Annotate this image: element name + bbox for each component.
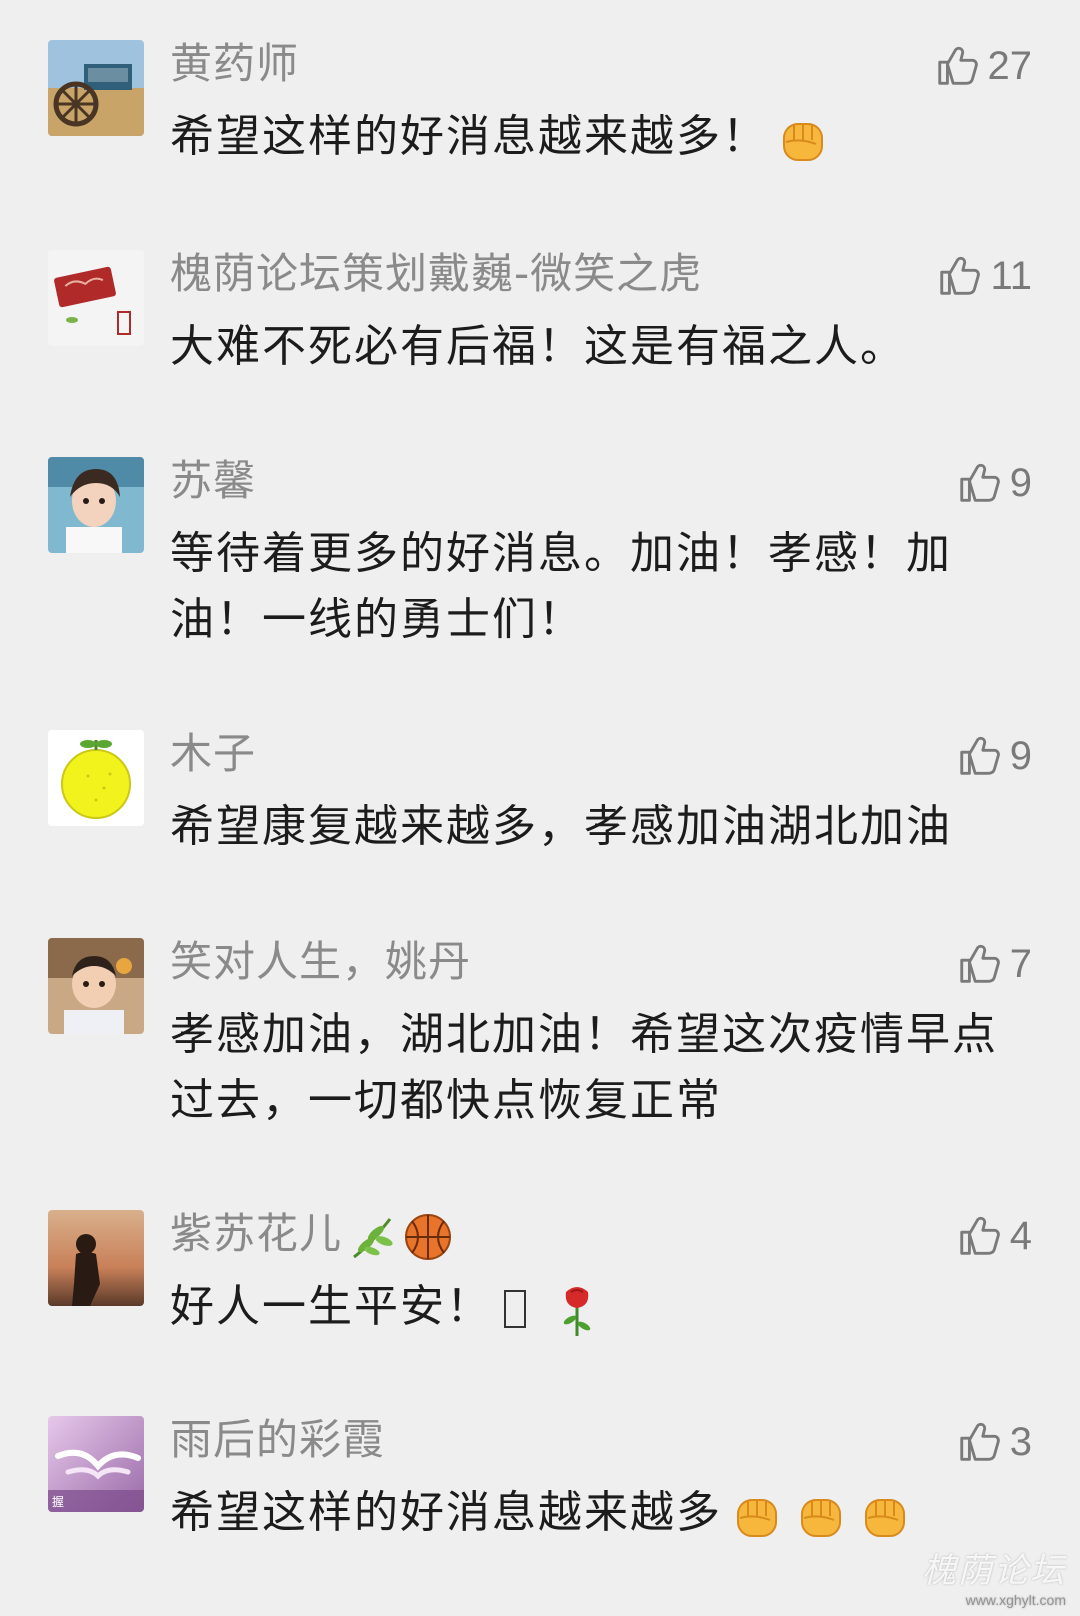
- toddler-photo-avatar-icon: [48, 938, 144, 1034]
- username[interactable]: 紫苏花儿: [170, 1208, 454, 1263]
- username[interactable]: 雨后的彩霞: [170, 1414, 385, 1466]
- username[interactable]: 苏馨: [170, 455, 256, 507]
- comment-text-body: 好人一生平安！: [170, 1281, 492, 1332]
- watermark-title: 槐荫论坛: [922, 1551, 1066, 1591]
- rose-emoji-icon: [548, 1280, 606, 1338]
- leaf-emoji-icon: [346, 1211, 398, 1263]
- fist-emoji-icon: [774, 110, 832, 168]
- username[interactable]: 黄药师: [170, 38, 299, 90]
- thumbs-up-icon: [960, 463, 1000, 502]
- thumbs-up-icon: [960, 736, 1000, 775]
- watermark-url: www.xghylt.com: [965, 1592, 1066, 1608]
- username[interactable]: 木子: [170, 728, 256, 780]
- avatar[interactable]: [48, 730, 144, 826]
- fist-emoji-icon: [728, 1486, 786, 1544]
- fist-emoji-icon: [792, 1486, 850, 1544]
- comment-text-body: 希望康复越来越多，孝感加油湖北加油: [170, 801, 952, 852]
- sunset-silhouette-avatar-icon: [48, 1210, 144, 1306]
- thumbs-up-icon: [937, 46, 978, 85]
- avatar[interactable]: [48, 250, 144, 346]
- like-count: 7: [1009, 941, 1032, 986]
- like-count: 11: [990, 253, 1032, 298]
- comment-text-body: 希望这样的好消息越来越多！: [170, 111, 768, 162]
- basketball-emoji-icon: [402, 1211, 454, 1263]
- thumbs-up-icon: [940, 256, 981, 295]
- comment-text: 希望康复越来越多，孝感加油湖北加油: [170, 794, 1032, 860]
- avatar[interactable]: [48, 1210, 144, 1306]
- thumbs-up-icon: [960, 1422, 1000, 1461]
- comment-text: 希望这样的好消息越来越多: [170, 1480, 1032, 1546]
- username[interactable]: 槐荫论坛策划戴巍-微笑之虎: [170, 248, 702, 300]
- like-button[interactable]: 3: [956, 1416, 1032, 1468]
- old-cart-avatar-icon: [48, 40, 144, 136]
- child-photo-avatar-icon: [48, 457, 144, 553]
- red-seal-avatar-icon: [48, 250, 144, 346]
- missing-glyph-icon: [504, 1290, 526, 1328]
- like-count: 9: [1009, 460, 1032, 505]
- like-count: 4: [1009, 1213, 1032, 1258]
- like-button[interactable]: 4: [956, 1210, 1032, 1262]
- avatar-caption: 握: [52, 1494, 64, 1509]
- like-button[interactable]: 7: [956, 938, 1032, 990]
- comment-text-body: 等待着更多的好消息。加油！孝感！加油！一线的勇士们！: [170, 528, 952, 645]
- fist-emoji-icon: [856, 1486, 914, 1544]
- avatar[interactable]: 握: [48, 1416, 144, 1512]
- lemon-avatar-icon: [48, 730, 144, 826]
- comment-text: 孝感加油，湖北加油！希望这次疫情早点过去，一切都快点恢复正常: [170, 1002, 1032, 1134]
- username-text: 紫苏花儿: [170, 1209, 343, 1258]
- avatar[interactable]: [48, 40, 144, 136]
- avatar[interactable]: [48, 457, 144, 553]
- like-count: 3: [1009, 1419, 1032, 1464]
- avatar[interactable]: [48, 938, 144, 1034]
- comment-text: 等待着更多的好消息。加油！孝感！加油！一线的勇士们！: [170, 521, 1032, 653]
- comment-text-body: 孝感加油，湖北加油！希望这次疫情早点过去，一切都快点恢复正常: [170, 1009, 998, 1126]
- watermark: 槐荫论坛 www.xghylt.com: [922, 1543, 1066, 1608]
- like-button[interactable]: 27: [934, 40, 1033, 92]
- username[interactable]: 笑对人生，姚丹: [170, 936, 471, 988]
- comment-text-body: 大难不死必有后福！这是有福之人。: [170, 321, 906, 372]
- comment-text-body: 希望这样的好消息越来越多: [170, 1487, 722, 1538]
- purple-hands-avatar-icon: 握: [48, 1416, 144, 1512]
- like-button[interactable]: 9: [956, 730, 1032, 782]
- thumbs-up-icon: [960, 944, 1000, 983]
- like-button[interactable]: 9: [956, 457, 1032, 509]
- thumbs-up-icon: [960, 1216, 1000, 1255]
- like-button[interactable]: 11: [936, 250, 1032, 302]
- comment-text: 希望这样的好消息越来越多！: [170, 104, 1032, 170]
- like-count: 27: [987, 43, 1033, 88]
- like-count: 9: [1009, 733, 1032, 778]
- comment-text: 大难不死必有后福！这是有福之人。: [170, 314, 1032, 380]
- comment-text: 好人一生平安！: [170, 1274, 1032, 1340]
